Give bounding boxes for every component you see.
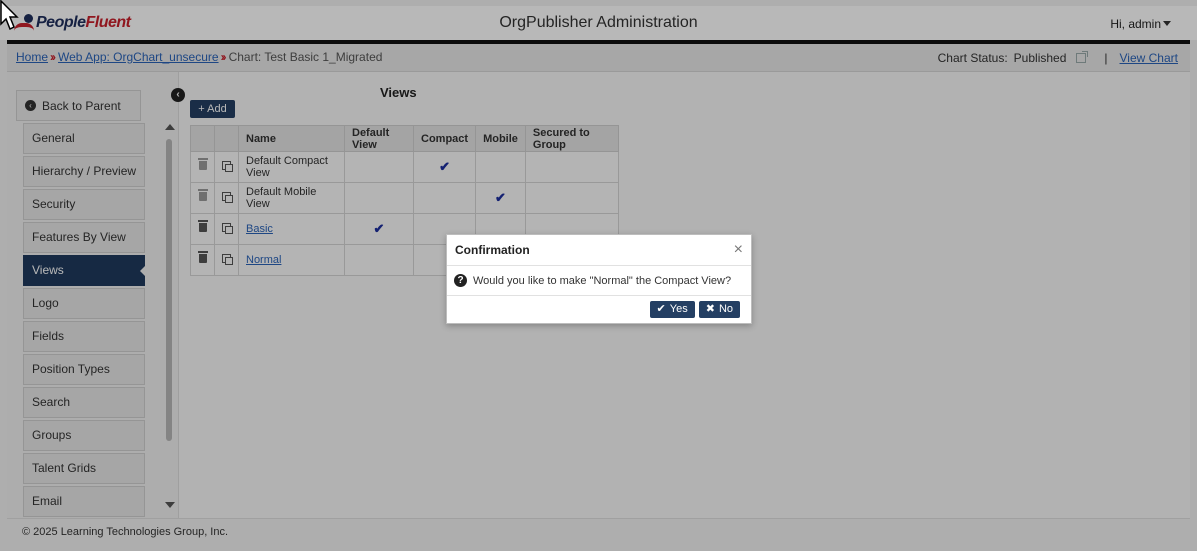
dialog-title: Confirmation — [455, 243, 530, 257]
no-label: No — [718, 303, 733, 315]
dialog-footer: ✔ Yes ✖ No — [447, 296, 751, 323]
check-icon: ✔ — [656, 303, 666, 315]
mouse-cursor-icon — [0, 0, 19, 31]
yes-button[interactable]: ✔ Yes — [649, 301, 695, 318]
x-icon: ✖ — [705, 303, 715, 315]
confirmation-dialog: Confirmation × ? Would you like to make … — [446, 234, 752, 324]
question-icon: ? — [454, 274, 467, 287]
no-button[interactable]: ✖ No — [698, 301, 740, 318]
yes-label: Yes — [669, 303, 688, 315]
close-icon[interactable]: × — [734, 242, 743, 258]
dialog-header: Confirmation × — [447, 235, 751, 266]
dialog-body: ? Would you like to make "Normal" the Co… — [447, 266, 751, 296]
dialog-message: Would you like to make "Normal" the Comp… — [473, 274, 732, 287]
